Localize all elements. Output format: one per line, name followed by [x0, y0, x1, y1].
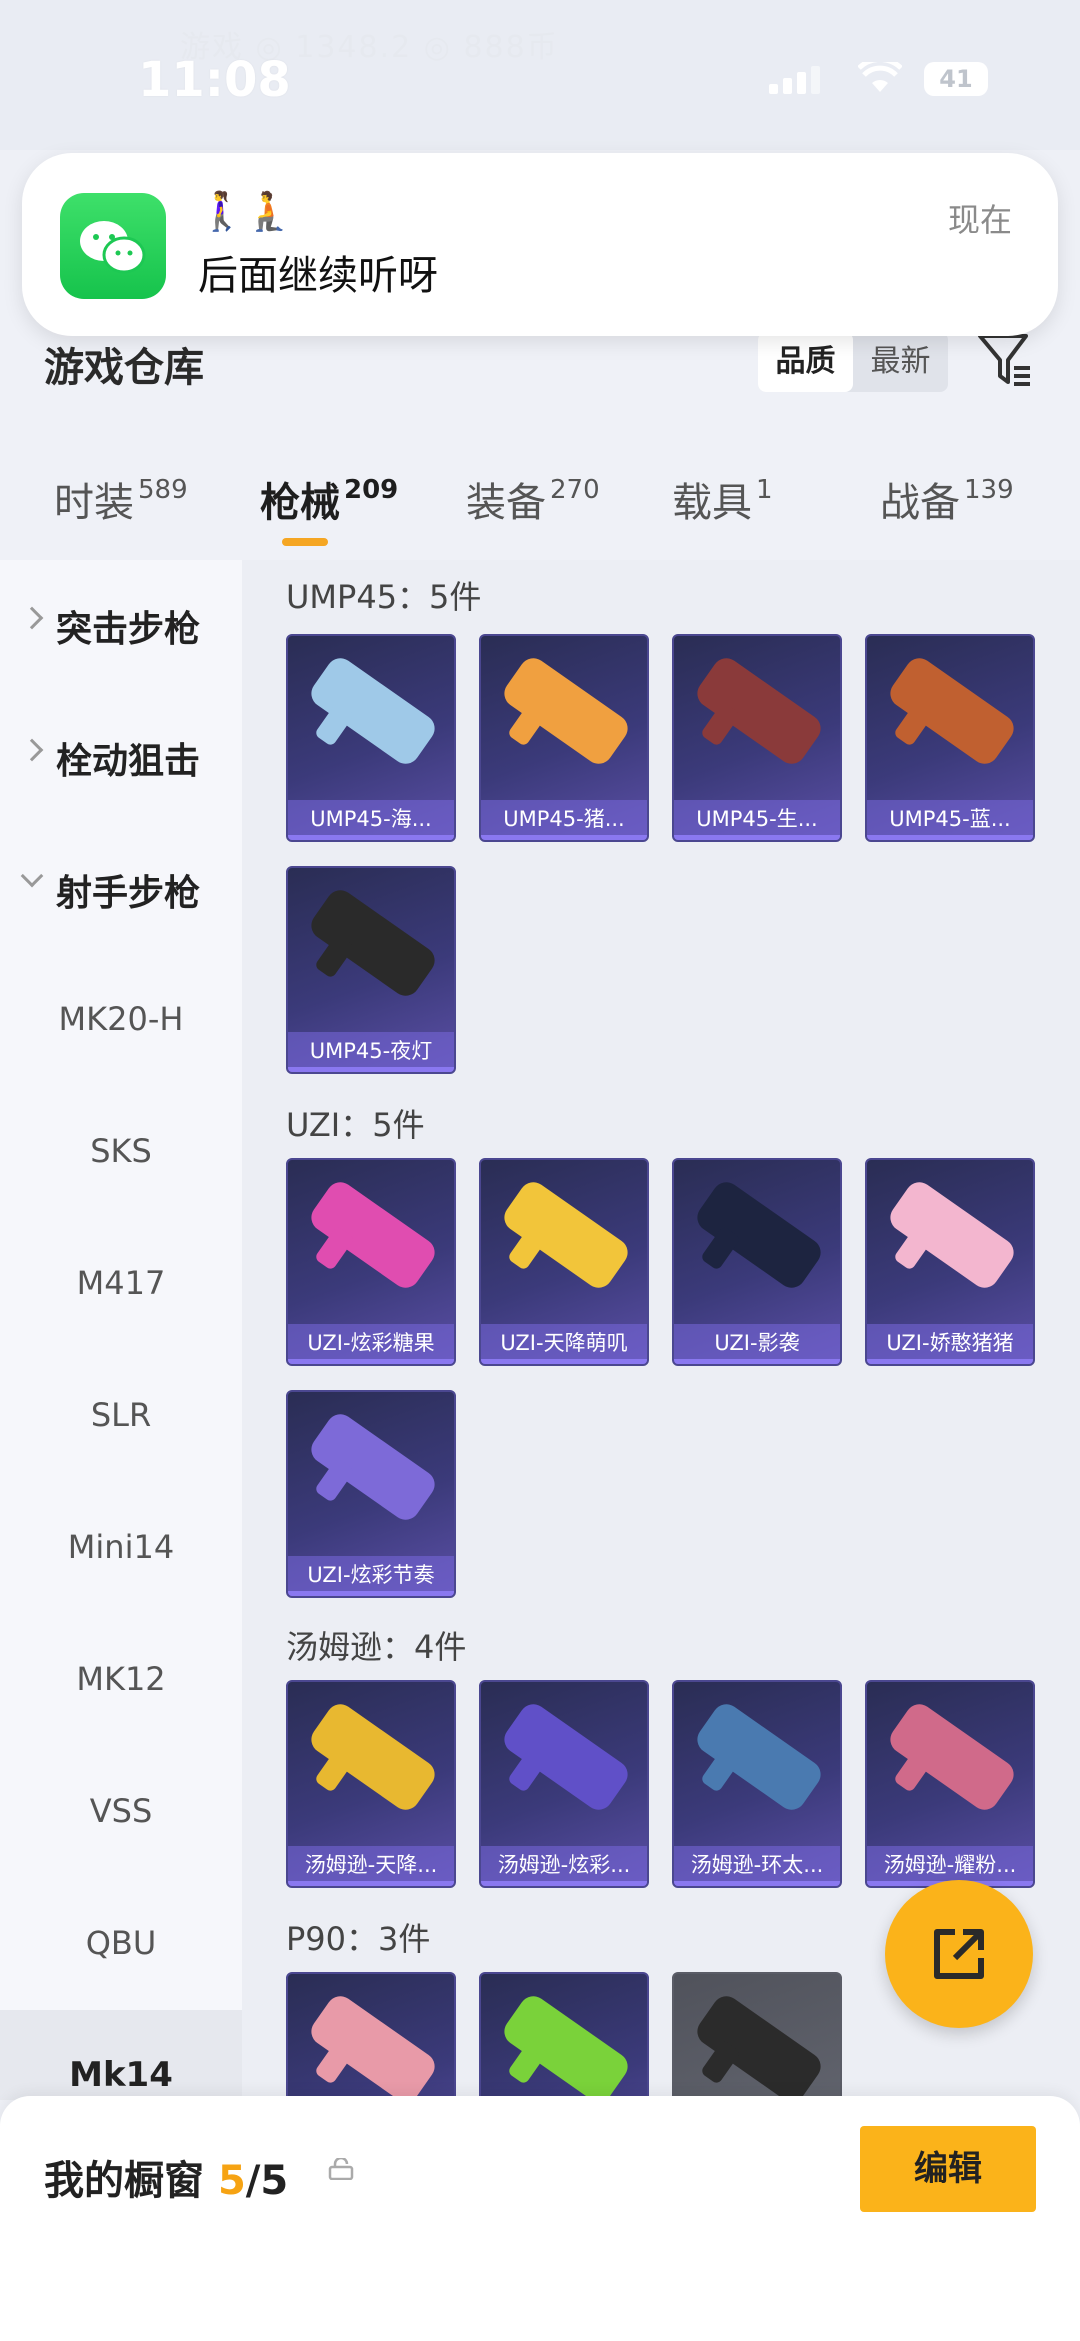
sidebar-item[interactable]: VSS [0, 1792, 242, 1830]
weapon-card[interactable]: UMP45-蓝... [865, 634, 1035, 842]
weapon-card[interactable]: 汤姆逊-炫彩... [479, 1680, 649, 1888]
chevron-right-icon [20, 606, 44, 630]
sort-toggle: 品质 最新 [758, 332, 948, 392]
showcase-title: 我的橱窗 5/5 [44, 2158, 289, 2204]
weapon-card[interactable]: UMP45-夜灯 [286, 866, 456, 1074]
tab-equipment[interactable]: 装备 270 [466, 470, 600, 528]
gun-image [498, 1176, 634, 1294]
filter-icon[interactable] [976, 330, 1034, 388]
status-time: 11:08 [138, 52, 291, 108]
sidebar-item[interactable]: SKS [0, 1132, 242, 1170]
gun-image [305, 884, 441, 1002]
gun-image [691, 1698, 827, 1816]
status-bar: 游戏 ◎ 1348.2 ◎ 888币 11:08 41 [0, 0, 1080, 150]
notification-emoji: 🚶‍♀️🧎 [198, 189, 293, 233]
gun-image [498, 652, 634, 770]
active-tab-indicator [282, 538, 328, 546]
tab-skins[interactable]: 时装 589 [54, 470, 188, 528]
weapon-list[interactable]: UMP45：5件 UMP45-海... UMP45-猪... UMP45-生..… [242, 560, 1080, 2100]
weapon-card[interactable]: UZI-炫彩节奏 [286, 1390, 456, 1598]
sidebar-category-marksman[interactable]: 射手步枪 [0, 864, 242, 916]
gun-image [498, 1990, 634, 2100]
group-title: 汤姆逊：4件 [286, 1628, 467, 1666]
gun-image [691, 1990, 827, 2100]
sidebar-item[interactable]: MK12 [0, 1660, 242, 1698]
sidebar-item[interactable]: QBU [0, 1924, 242, 1962]
weapon-card[interactable]: UZI-炫彩糖果 [286, 1158, 456, 1366]
notification-message: 后面继续听呀 [198, 253, 438, 299]
weapon-card[interactable]: UMP45-猪... [479, 634, 649, 842]
weapon-card[interactable]: UMP45-生... [672, 634, 842, 842]
gun-image [884, 652, 1020, 770]
sidebar-item[interactable]: Mini14 [0, 1528, 242, 1566]
weapon-card[interactable] [479, 1972, 649, 2100]
group-title: UZI：5件 [286, 1106, 425, 1144]
category-tabs: 时装 589 枪械 209 装备 270 载具 1 战备 139 [0, 470, 1080, 540]
sidebar-item[interactable]: SLR [0, 1396, 242, 1434]
weapon-card[interactable]: 汤姆逊-耀粉... [865, 1680, 1035, 1888]
gun-image [498, 1698, 634, 1816]
sidebar-item[interactable]: MK20-H [0, 1000, 242, 1038]
group-title: P90：3件 [286, 1920, 431, 1958]
gun-image [884, 1698, 1020, 1816]
tab-gear[interactable]: 战备 139 [880, 470, 1014, 528]
gun-image [305, 1408, 441, 1526]
sidebar-category-assault[interactable]: 突击步枪 [0, 600, 242, 652]
gun-image [305, 1176, 441, 1294]
gun-image [305, 652, 441, 770]
wechat-notification[interactable]: 🚶‍♀️🧎 后面继续听呀 现在 [22, 153, 1058, 336]
share-icon [934, 1929, 984, 1979]
sidebar-item[interactable]: M417 [0, 1264, 242, 1302]
gun-image [691, 1176, 827, 1294]
weapon-card[interactable] [286, 1972, 456, 2100]
lock-icon[interactable] [328, 2158, 354, 2180]
group-title: UMP45：5件 [286, 578, 482, 616]
weapon-card[interactable] [672, 1972, 842, 2100]
showcase-bar: 我的橱窗 5/5 编辑 [0, 2096, 1080, 2341]
gun-image [884, 1176, 1020, 1294]
wifi-icon [858, 62, 902, 92]
sidebar: 突击步枪 栓动狙击 射手步枪 MK20-H SKS M417 SLR Mini1… [0, 560, 242, 2010]
showcase-count-current: 5 [217, 2158, 246, 2204]
signal-icon [769, 66, 820, 94]
gun-image [305, 1698, 441, 1816]
weapon-card[interactable]: 汤姆逊-环太... [672, 1680, 842, 1888]
weapon-card[interactable]: UZI-娇憨猪猪 [865, 1158, 1035, 1366]
sort-quality-button[interactable]: 品质 [758, 332, 853, 392]
wechat-icon [60, 193, 166, 299]
tab-guns[interactable]: 枪械 209 [260, 470, 398, 528]
gun-image [691, 652, 827, 770]
chevron-right-icon [20, 738, 44, 762]
sort-latest-button[interactable]: 最新 [853, 332, 948, 392]
weapon-card[interactable]: 汤姆逊-天降... [286, 1680, 456, 1888]
sidebar-category-bolt[interactable]: 栓动狙击 [0, 732, 242, 784]
share-button[interactable] [885, 1880, 1033, 2028]
sidebar-item-active[interactable]: Mk14 [0, 2010, 242, 2100]
tab-vehicles[interactable]: 载具 1 [672, 470, 773, 528]
battery-icon: 41 [924, 62, 988, 96]
weapon-card[interactable]: UZI-影袭 [672, 1158, 842, 1366]
showcase-count-total: /5 [245, 2158, 289, 2204]
gun-image [305, 1990, 441, 2100]
notification-time: 现在 [947, 201, 1012, 239]
weapon-card[interactable]: UZI-天降萌叽 [479, 1158, 649, 1366]
edit-button[interactable]: 编辑 [860, 2126, 1036, 2212]
page-title: 游戏仓库 [44, 345, 204, 391]
chevron-down-icon [20, 864, 44, 888]
weapon-card[interactable]: UMP45-海... [286, 634, 456, 842]
